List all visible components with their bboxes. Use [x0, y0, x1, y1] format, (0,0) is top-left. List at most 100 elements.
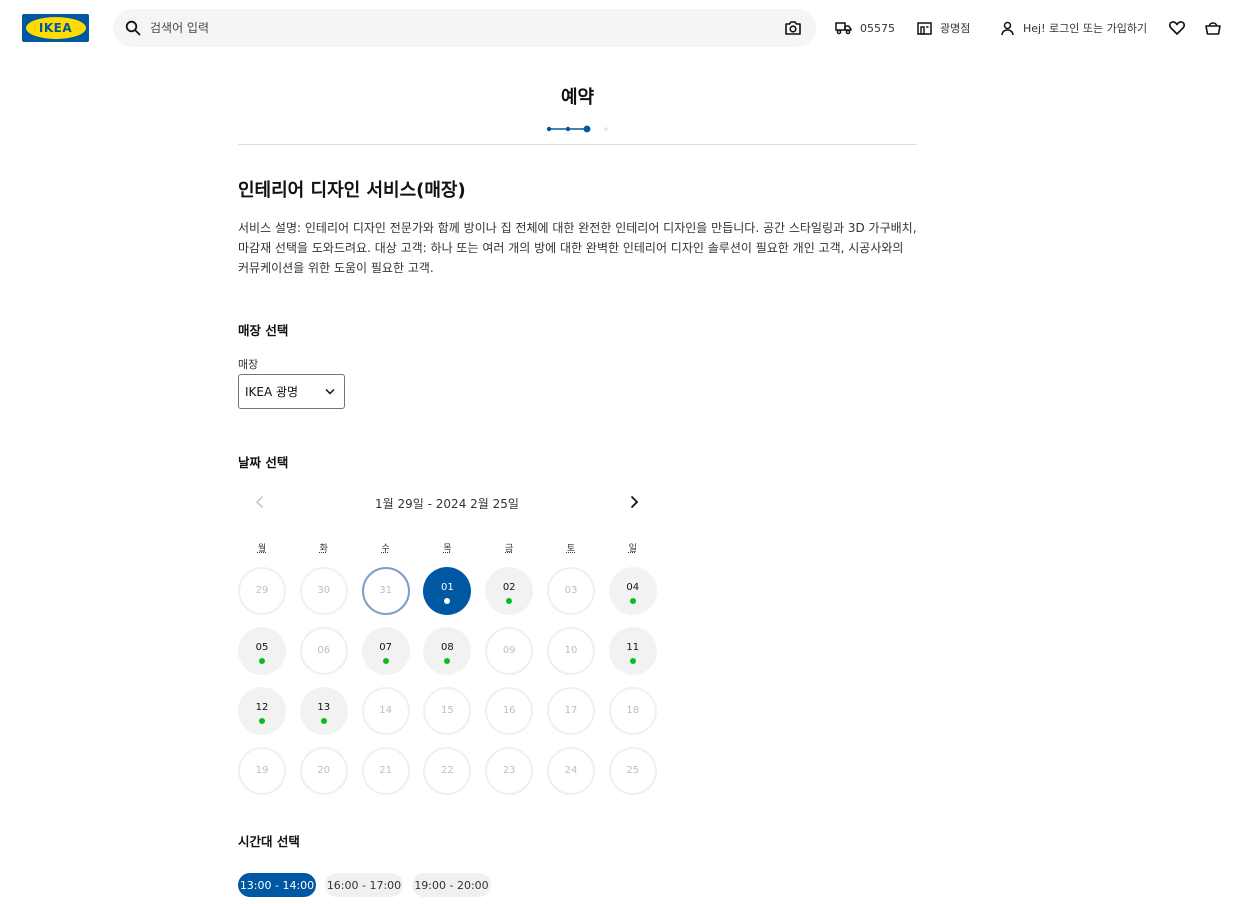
calendar-day-number: 02 [502, 582, 516, 593]
weekday-label: 금 [505, 544, 514, 554]
calendar-day: 21 [361, 747, 410, 795]
search-icon[interactable] [125, 20, 141, 36]
delivery-postal-link[interactable]: 05575 [835, 18, 895, 38]
availability-dot [444, 598, 451, 604]
calendar-day-number: 05 [255, 642, 269, 653]
store-link[interactable]: 광명점 [917, 18, 970, 38]
calendar-day: 31 [361, 567, 410, 615]
calendar-day-number: 29 [255, 585, 269, 596]
weekday-label: 목 [443, 544, 452, 554]
weekday-label: 화 [319, 544, 328, 554]
calendar-day: 23 [485, 747, 534, 795]
calendar-day-number: 04 [626, 582, 640, 593]
calendar-day: 25 [608, 747, 657, 795]
calendar-day: 14 [361, 687, 410, 735]
login-link[interactable]: Hej! 로그인 또는 가입하기 [1000, 18, 1147, 38]
availability-dot [629, 598, 636, 604]
calendar-day: 30 [299, 567, 348, 615]
calendar-day-number: 30 [317, 585, 331, 596]
calendar-day[interactable]: 12 [238, 687, 286, 735]
calendar-range: 1월 29일 - 2024 2월 25일 [375, 497, 519, 511]
calendar-day-number: 01 [441, 582, 454, 593]
weekday-label: 수 [381, 544, 390, 554]
calendar-day: 22 [423, 747, 472, 795]
calendar-day-number: 13 [317, 702, 331, 713]
service-title: 인테리어 디자인 서비스(매장) [238, 180, 466, 201]
camera-icon[interactable] [784, 20, 802, 36]
calendar-day-number: 16 [502, 705, 516, 716]
search-input[interactable] [150, 9, 770, 47]
calendar-day-number: 03 [564, 585, 578, 596]
calendar-day[interactable]: 07 [361, 627, 410, 675]
divider [238, 144, 917, 145]
calendar-day[interactable]: 13 [299, 687, 348, 735]
calendar-day-number: 17 [564, 705, 578, 716]
time-slot-button[interactable]: 13:00 - 14:00 [238, 873, 316, 897]
store-field-label: 매장 [238, 358, 259, 371]
calendar-day[interactable]: 05 [238, 627, 286, 675]
calendar-day[interactable]: 04 [608, 567, 657, 615]
calendar-day[interactable]: 11 [608, 627, 657, 675]
store-select[interactable]: IKEA 광명 [238, 374, 345, 409]
calendar-day-number: 19 [255, 765, 269, 776]
calendar-day-number: 07 [379, 642, 392, 653]
availability-dot [382, 658, 389, 664]
logo-oval: IKEA [25, 17, 86, 39]
heart-icon[interactable] [1168, 19, 1186, 37]
calendar-day: 18 [608, 687, 657, 735]
page-title: 예약 [560, 87, 595, 108]
chevron-down-icon [325, 388, 335, 395]
calendar-day-number: 20 [317, 765, 331, 776]
calendar-day: 19 [238, 747, 286, 795]
store-section-heading: 매장 선택 [238, 323, 289, 338]
search-bar[interactable] [113, 9, 816, 47]
calendar-day-number: 22 [441, 765, 454, 776]
logo-text: IKEA [38, 21, 73, 35]
calendar-day[interactable]: 01 [423, 567, 472, 615]
progress-indicator [546, 125, 608, 133]
date-section-heading: 날짜 선택 [238, 455, 289, 470]
calendar-day-number: 23 [502, 765, 516, 776]
calendar-day-number: 10 [564, 645, 578, 656]
availability-dot [629, 658, 636, 664]
calendar-day-number: 24 [564, 765, 578, 776]
weekday-label: 일 [628, 544, 637, 554]
calendar-day: 03 [547, 567, 595, 615]
weekday-label: 토 [566, 544, 576, 554]
calendar-day: 17 [547, 687, 595, 735]
calendar-day: 20 [299, 747, 348, 795]
calendar-day-number: 25 [626, 765, 640, 776]
availability-dot [320, 718, 327, 724]
calendar-day: 16 [485, 687, 534, 735]
calendar-day: 15 [423, 687, 472, 735]
calendar-day: 06 [299, 627, 348, 675]
calendar-day[interactable]: 02 [485, 567, 534, 615]
availability-dot [444, 658, 451, 664]
availability-dot [259, 658, 265, 664]
calendar-day: 09 [485, 627, 534, 675]
chevron-right-icon[interactable] [626, 494, 642, 510]
availability-dot [259, 718, 265, 724]
availability-dot [506, 598, 513, 604]
login-text: Hej! 로그인 또는 가입하기 [1023, 22, 1148, 35]
calendar-day: 10 [547, 627, 595, 675]
postal-code: 05575 [860, 21, 895, 35]
basket-icon[interactable] [1204, 19, 1222, 37]
calendar-day: 24 [547, 747, 595, 795]
calendar-day-number: 15 [441, 705, 454, 716]
truck-icon [835, 22, 852, 35]
time-slot-button[interactable]: 19:00 - 20:00 [412, 873, 491, 897]
calendar-day-number: 09 [502, 645, 516, 656]
store-icon [917, 22, 932, 35]
weekday-label: 월 [257, 544, 267, 554]
calendar-day-number: 18 [626, 705, 640, 716]
store-select-value: IKEA 광명 [245, 385, 299, 399]
ikea-logo[interactable]: IKEA [22, 14, 89, 42]
calendar-day-number: 31 [379, 585, 392, 596]
weekday-header: 월화수목금토일 [238, 541, 670, 555]
time-section-heading: 시간대 선택 [238, 834, 300, 849]
calendar-day[interactable]: 08 [423, 627, 472, 675]
calendar-day-number: 14 [379, 705, 392, 716]
user-icon [1001, 21, 1014, 35]
time-slot-button[interactable]: 16:00 - 17:00 [325, 873, 403, 897]
